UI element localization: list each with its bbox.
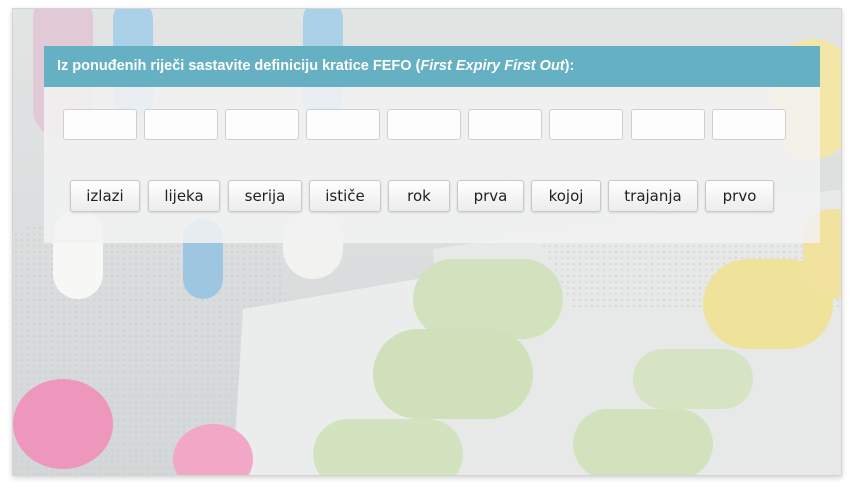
answer-slot[interactable]: [712, 109, 786, 140]
activity-frame: Iz ponuđenih riječi sastavite definiciju…: [12, 8, 842, 476]
answer-slot[interactable]: [468, 109, 542, 140]
question-text-suffix: ):: [564, 58, 575, 74]
word-tile-rok[interactable]: rok: [388, 180, 450, 212]
question-header: Iz ponuđenih riječi sastavite definiciju…: [44, 46, 820, 87]
word-tile-trajanja[interactable]: trajanja: [608, 180, 698, 212]
answer-slot[interactable]: [549, 109, 623, 140]
word-tile-istice[interactable]: ističe: [309, 180, 381, 212]
question-panel: Iz ponuđenih riječi sastavite definiciju…: [44, 46, 820, 243]
word-tile-lijeka[interactable]: lijeka: [148, 180, 220, 212]
answer-slot[interactable]: [631, 109, 705, 140]
word-bank: izlazi lijeka serija ističe rok prva koj…: [44, 180, 820, 214]
word-tile-kojoj[interactable]: kojoj: [531, 180, 601, 212]
word-tile-izlazi[interactable]: izlazi: [70, 180, 140, 212]
word-tile-prva[interactable]: prva: [457, 180, 524, 212]
word-tile-serija[interactable]: serija: [228, 180, 302, 212]
answer-slot[interactable]: [63, 109, 137, 140]
answer-slot[interactable]: [387, 109, 461, 140]
word-tile-prvo[interactable]: prvo: [705, 180, 774, 212]
answer-slot[interactable]: [144, 109, 218, 140]
answer-slot[interactable]: [306, 109, 380, 140]
answer-slot[interactable]: [225, 109, 299, 140]
question-text-italic: First Expiry First Out: [420, 58, 565, 74]
question-text-prefix: Iz ponuđenih riječi sastavite definiciju…: [57, 58, 421, 74]
